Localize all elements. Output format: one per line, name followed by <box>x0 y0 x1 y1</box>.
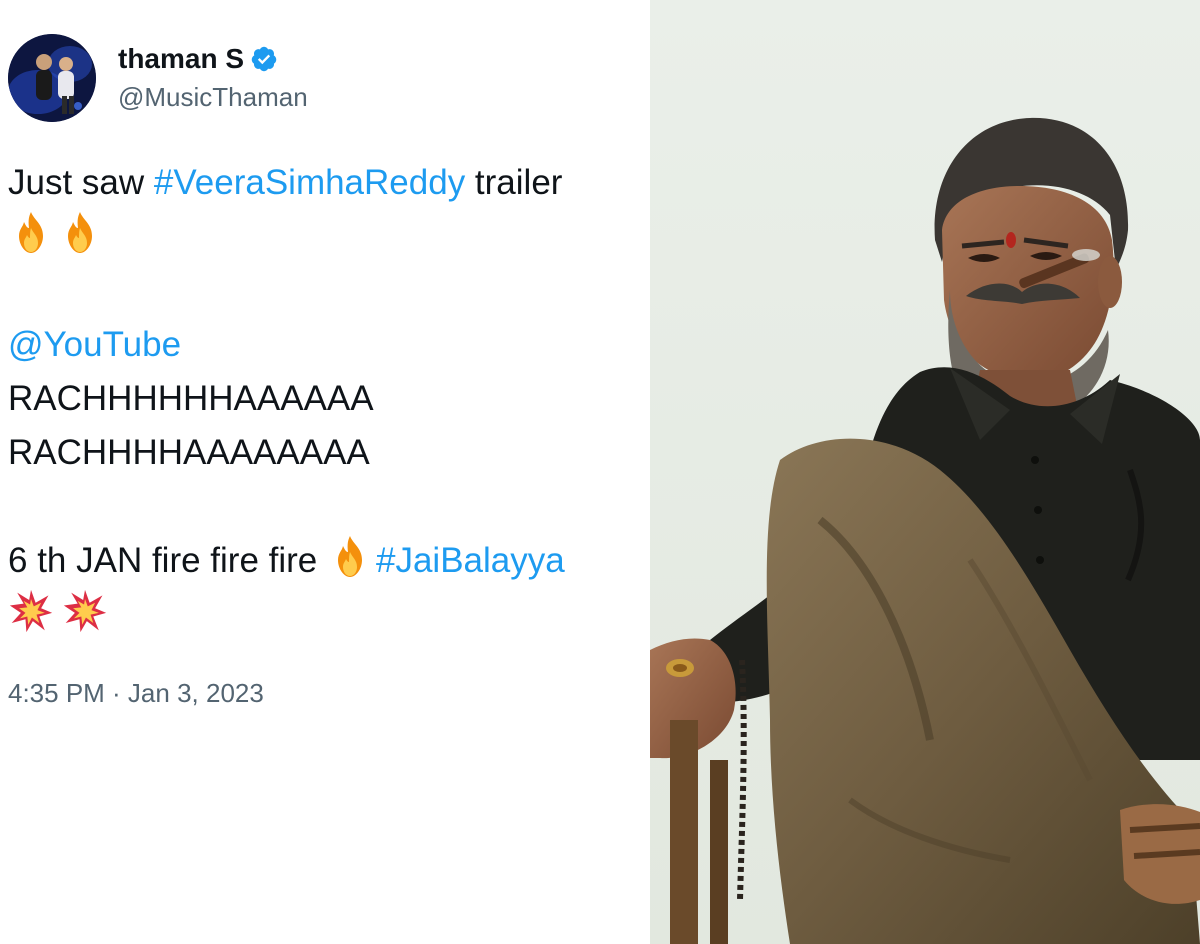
tweet-text-segment: Just saw <box>8 163 154 202</box>
hashtag-jaibalayya[interactable]: #JaiBalayya <box>376 541 565 580</box>
tweet-line-6: 6 th JAN fire fire fire #JaiBalayya <box>8 534 650 588</box>
avatar[interactable] <box>8 33 96 122</box>
tweet-identity: thaman S @MusicThaman <box>118 42 308 114</box>
mention-youtube[interactable]: @YouTube <box>8 325 181 364</box>
tweet-line-4: RACHHHHHHAAAAAA <box>8 379 374 418</box>
display-name[interactable]: thaman S <box>118 42 244 76</box>
tweet-line-1: Just saw #VeeraSimhaReddy trailer <box>8 156 650 210</box>
tweet-line-7 <box>8 588 650 642</box>
tweet-text-segment: trailer <box>465 163 563 202</box>
hashtag-veerasimhareddy[interactable]: #VeeraSimhaReddy <box>154 163 465 202</box>
fire-emoji-icon <box>57 210 103 256</box>
tweet-line-2 <box>8 210 650 264</box>
avatar-photo <box>8 33 96 122</box>
tweet-card: thaman S @MusicThaman Just saw #VeeraSim… <box>0 0 650 944</box>
tweet-text: Just saw #VeeraSimhaReddy trailer @YouTu… <box>8 156 650 642</box>
collision-emoji-icon <box>8 588 58 638</box>
handle[interactable]: @MusicThaman <box>118 80 308 114</box>
fire-emoji-icon <box>8 210 54 256</box>
tweet-text-segment: 6 th JAN fire fire fire <box>8 541 327 580</box>
tweet-line-3: @YouTube <box>8 318 650 372</box>
collision-emoji-icon <box>62 588 112 638</box>
verified-badge-icon <box>250 45 278 73</box>
fire-emoji-icon <box>327 534 373 580</box>
tweet-timestamp[interactable]: 4:35 PM · Jan 3, 2023 <box>8 676 264 710</box>
tweet-header: thaman S @MusicThaman <box>8 30 308 125</box>
tweet-line-5: RACHHHHAAAAAAAA <box>8 433 370 472</box>
seated-man-illustration <box>650 0 1200 944</box>
composite-image: thaman S @MusicThaman Just saw #VeeraSim… <box>0 0 1200 944</box>
name-row: thaman S <box>118 42 308 76</box>
film-still-photo <box>650 0 1200 944</box>
